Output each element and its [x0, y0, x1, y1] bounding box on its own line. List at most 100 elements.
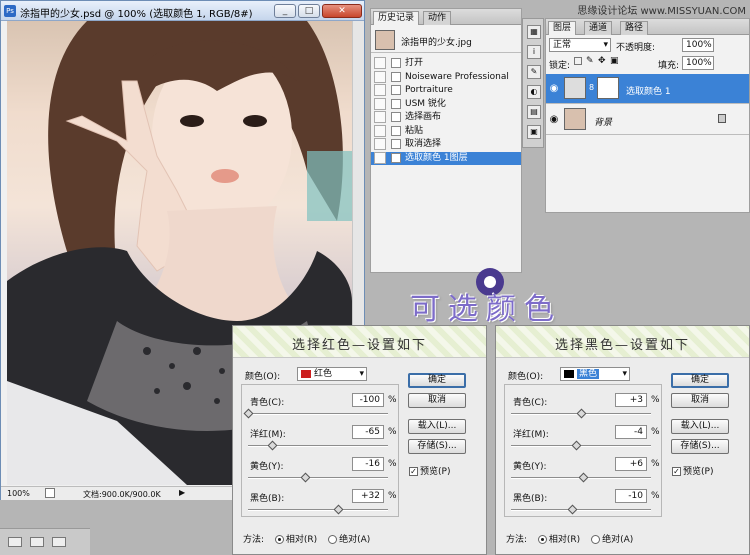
status-menu-icon[interactable] [45, 488, 55, 498]
color-icon[interactable]: ◐ [527, 85, 541, 99]
load-button[interactable]: 载入(L)... [671, 419, 729, 434]
slider-track[interactable] [511, 509, 651, 511]
chevron-down-icon: ▾ [603, 40, 608, 50]
history-snapshot[interactable]: 涂指甲的少女.jpg [371, 27, 521, 53]
save-button[interactable]: 存储(S)... [671, 439, 729, 454]
slider-thumb[interactable] [243, 408, 254, 419]
history-item[interactable]: 选取颜色 1图层 [371, 151, 521, 165]
history-checkbox[interactable] [374, 57, 386, 69]
history-checkbox[interactable] [374, 97, 386, 110]
history-checkbox[interactable] [374, 70, 386, 83]
slider-value-input[interactable]: -4 [615, 425, 647, 439]
cancel-button[interactable]: 取消 [408, 393, 466, 408]
slider-thumb[interactable] [578, 472, 589, 483]
relative-label: 相对(R) [548, 535, 581, 545]
eye-icon[interactable]: ◉ [548, 114, 560, 126]
taskbar-button[interactable] [8, 537, 22, 547]
cancel-button[interactable]: 取消 [671, 393, 729, 408]
tab-layers[interactable]: 图层 [548, 21, 577, 35]
ok-button[interactable]: 确定 [671, 373, 729, 388]
slider-label: 青色(C): [250, 398, 285, 408]
history-item[interactable]: 选择画布 [371, 111, 521, 124]
layer-row-background[interactable]: ◉ 背景 [546, 105, 749, 135]
history-item[interactable]: 打开 [371, 57, 521, 70]
percent-sign: % [651, 427, 660, 437]
preview-checkbox[interactable]: ✓ 预览(P) [409, 464, 450, 477]
ok-button[interactable]: 确定 [408, 373, 466, 388]
history-checkbox[interactable] [374, 151, 386, 164]
slider-track[interactable] [248, 477, 388, 479]
colors-label: 颜色(O): [245, 372, 281, 382]
slider-thumb[interactable] [333, 504, 344, 515]
lock-transparent-icon[interactable] [574, 57, 582, 65]
absolute-radio[interactable] [328, 535, 338, 544]
history-step-icon [391, 58, 401, 68]
slider-value-input[interactable]: -16 [352, 457, 384, 471]
maximize-button[interactable]: □ [298, 4, 320, 18]
slider-thumb[interactable] [576, 408, 587, 419]
blend-mode-select[interactable]: 正常 ▾ [549, 38, 611, 52]
history-item[interactable]: 粘贴 [371, 124, 521, 138]
slider-value-input[interactable]: -10 [615, 489, 647, 503]
lock-paint-icon[interactable]: ✎ [586, 56, 594, 66]
fill-label: 填充: [658, 61, 680, 71]
taskbar-button[interactable] [52, 537, 66, 547]
history-item-label: USM 锐化 [405, 98, 446, 109]
eye-icon[interactable]: ◉ [548, 83, 560, 95]
fill-input[interactable]: 100% [682, 56, 714, 70]
document-titlebar[interactable]: Ps 涂指甲的少女.psd @ 100% (选取颜色 1, RGB/8#) _ … [1, 1, 364, 21]
slider-thumb[interactable] [267, 440, 278, 451]
history-step-icon [391, 125, 401, 136]
load-button[interactable]: 载入(L)... [408, 419, 466, 434]
method-row: 方法: 相对(R) 绝对(A) [243, 532, 370, 545]
slider-value-input[interactable]: +3 [615, 393, 647, 407]
history-checkbox[interactable] [374, 138, 386, 150]
close-button[interactable]: ✕ [322, 4, 362, 18]
slider-value-input[interactable]: -65 [352, 425, 384, 439]
relative-radio[interactable] [274, 535, 284, 544]
history-checkbox[interactable] [374, 124, 386, 137]
history-item[interactable]: Portraiture [371, 84, 521, 97]
colors-select[interactable]: 黑色 ▾ [560, 367, 630, 381]
dialog-header-text: 选择黑色—设置如下 [554, 338, 690, 353]
history-item[interactable]: Noiseware Professional [371, 70, 521, 84]
tab-history[interactable]: 历史记录 [373, 11, 420, 25]
blend-mode-value: 正常 [553, 40, 572, 50]
history-item[interactable]: 取消选择 [371, 138, 521, 151]
taskbar-button[interactable] [30, 537, 44, 547]
minimize-button[interactable]: _ [274, 4, 296, 18]
history-checkbox[interactable] [374, 84, 386, 96]
selective-color-dialog-black: 选择黑色—设置如下 颜色(O): 黑色 ▾ 青色(C): +3% 洋红(M): -4%… [495, 325, 750, 555]
styles-icon[interactable]: ▣ [527, 125, 541, 139]
tab-channels[interactable]: 通道 [584, 21, 613, 35]
slider-value-input[interactable]: +32 [352, 489, 384, 503]
opacity-input[interactable]: 100% [682, 38, 714, 52]
relative-radio[interactable] [537, 535, 547, 544]
zoom-level[interactable]: 100% [7, 489, 30, 498]
slider-thumb[interactable] [300, 472, 311, 483]
tab-paths[interactable]: 路径 [620, 21, 649, 35]
navigator-icon[interactable]: ▦ [527, 25, 541, 39]
layer-mask-thumbnail[interactable] [597, 77, 619, 99]
slider-thumb[interactable] [571, 440, 582, 451]
history-item[interactable]: USM 锐化 [371, 97, 521, 111]
lock-all-icon[interactable]: ▣ [610, 56, 619, 66]
absolute-radio[interactable] [591, 535, 601, 544]
slider-value-input[interactable]: -100 [352, 393, 384, 407]
status-arrow-icon[interactable]: ▶ [179, 488, 189, 499]
history-checkbox[interactable] [374, 111, 386, 123]
slider-thumb[interactable] [567, 504, 578, 515]
preview-checkbox[interactable]: ✓ 预览(P) [672, 464, 713, 477]
info-icon[interactable]: i [527, 45, 541, 59]
brushes-icon[interactable]: ✎ [527, 65, 541, 79]
layer-row-selective-color[interactable]: ◉ 8 选取颜色 1 [546, 74, 749, 104]
document-title: 涂指甲的少女.psd @ 100% (选取颜色 1, RGB/8#) [20, 9, 253, 20]
save-button[interactable]: 存储(S)... [408, 439, 466, 454]
swatches-icon[interactable]: ▤ [527, 105, 541, 119]
slider-value-input[interactable]: +6 [615, 457, 647, 471]
tab-actions[interactable]: 动作 [423, 11, 452, 25]
slider-track[interactable] [248, 509, 388, 511]
colors-select[interactable]: 红色 ▾ [297, 367, 367, 381]
lock-move-icon[interactable]: ✥ [598, 56, 606, 66]
slider-track[interactable] [248, 413, 388, 415]
